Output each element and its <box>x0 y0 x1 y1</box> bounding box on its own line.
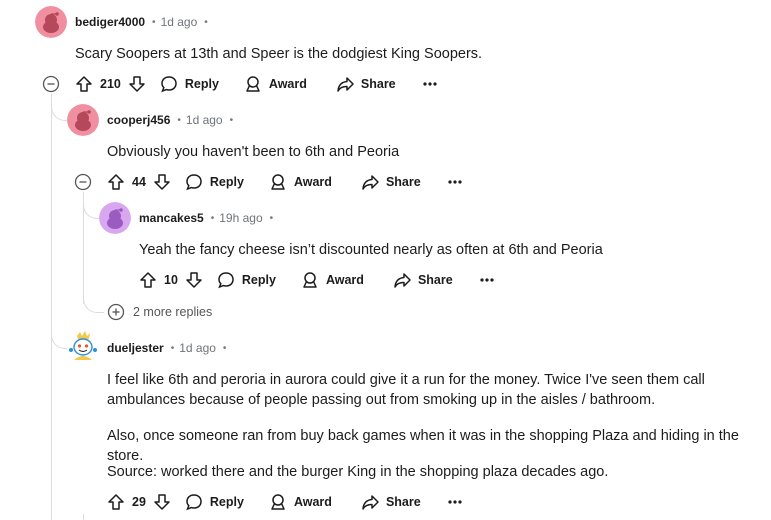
collapse-icon[interactable] <box>74 173 92 191</box>
separator-dot: • <box>210 212 215 224</box>
separator-dot: • <box>170 342 175 354</box>
award-icon <box>303 272 317 288</box>
award-button[interactable]: Award <box>243 74 307 94</box>
more-options-icon[interactable] <box>477 270 497 290</box>
downvote-icon[interactable] <box>152 172 172 192</box>
award-button[interactable]: Award <box>268 172 332 192</box>
share-label: Share <box>417 273 453 287</box>
more-replies-label: 2 more replies <box>133 305 213 319</box>
comment-meta: cooperj456 • 1d ago • <box>107 110 238 130</box>
avatar[interactable] <box>99 202 131 234</box>
more-options-icon[interactable] <box>445 172 465 192</box>
vote-count: 29 <box>132 495 146 509</box>
downvote-icon[interactable] <box>152 492 172 512</box>
comment-paragraph: I feel like 6th and peroria in aurora co… <box>107 372 705 408</box>
author-name[interactable]: mancakes5 <box>139 211 204 225</box>
downvote-icon[interactable] <box>127 74 147 94</box>
reply-label: Reply <box>184 77 219 91</box>
collapse-icon[interactable] <box>42 75 60 93</box>
comment-text: Scary Soopers at 13th and Speer is the d… <box>75 46 483 62</box>
upvote-icon[interactable] <box>74 74 94 94</box>
author-name[interactable]: dueljester <box>107 341 164 355</box>
timestamp[interactable]: 19h ago <box>219 211 262 225</box>
share-label: Share <box>385 495 421 509</box>
more-options-icon[interactable] <box>420 74 440 94</box>
separator-dot: • <box>229 114 234 126</box>
share-button[interactable]: Share <box>360 172 421 192</box>
thread-connector <box>83 196 99 219</box>
award-button[interactable]: Award <box>300 270 364 290</box>
reply-label: Reply <box>241 273 276 287</box>
upvote-icon[interactable] <box>106 492 126 512</box>
upvote-icon[interactable] <box>138 270 158 290</box>
award-icon <box>271 174 285 190</box>
comment-icon <box>186 494 202 511</box>
share-icon <box>337 77 354 92</box>
reply-button[interactable]: Reply <box>184 172 244 192</box>
timestamp[interactable]: 1d ago <box>161 15 198 29</box>
award-label: Award <box>293 495 332 509</box>
award-label: Award <box>293 175 332 189</box>
separator-dot: • <box>177 114 181 126</box>
thread-line-root <box>51 94 52 520</box>
vote-count: 210 <box>100 77 121 91</box>
comment-text: Yeah the fancy cheese isn’t discounted n… <box>139 242 603 258</box>
share-icon <box>394 273 411 288</box>
comment-paragraph: Also, once someone ran from buy back gam… <box>107 428 739 464</box>
thread-connector <box>51 96 67 121</box>
timestamp[interactable]: 1d ago <box>186 113 223 127</box>
award-button[interactable]: Award <box>268 492 332 512</box>
comment-meta: dueljester • 1d ago • <box>107 338 231 358</box>
share-button[interactable]: Share <box>360 492 421 512</box>
comment-actions: 44 Reply Award Share <box>106 170 465 194</box>
comment-text: Obviously you haven't been to 6th and Pe… <box>107 144 400 160</box>
downvote-icon[interactable] <box>184 270 204 290</box>
comment-icon <box>186 174 202 191</box>
expand-icon <box>107 303 125 321</box>
share-icon <box>362 175 379 190</box>
share-label: Share <box>360 77 396 91</box>
avatar[interactable] <box>67 104 99 136</box>
award-icon <box>271 494 285 510</box>
author-name[interactable]: bediger4000 <box>75 15 145 29</box>
share-button[interactable]: Share <box>335 74 396 94</box>
thread-connector <box>83 276 104 313</box>
comment-actions: 10 Reply Award Share <box>138 268 497 292</box>
reply-label: Reply <box>209 495 244 509</box>
comment-paragraph: Source: worked there and the burger King… <box>107 464 609 480</box>
comment-actions: 210 Reply Award Share <box>74 72 440 96</box>
more-replies-button[interactable]: 2 more replies <box>107 303 212 321</box>
comment-icon <box>161 76 177 93</box>
reply-button[interactable]: Reply <box>159 74 219 94</box>
award-label: Award <box>325 273 364 287</box>
reply-button[interactable]: Reply <box>184 492 244 512</box>
upvote-icon[interactable] <box>106 172 126 192</box>
avatar[interactable] <box>35 6 67 38</box>
thread-line-reply <box>83 514 84 520</box>
award-icon <box>246 76 260 92</box>
share-icon <box>362 495 379 510</box>
share-button[interactable]: Share <box>392 270 453 290</box>
more-options-icon[interactable] <box>445 492 465 512</box>
comment-icon <box>218 272 234 289</box>
avatar[interactable] <box>67 330 99 362</box>
award-label: Award <box>268 77 307 91</box>
author-name[interactable]: cooperj456 <box>107 113 170 127</box>
separator-dot: • <box>222 342 227 354</box>
vote-count: 10 <box>164 273 178 287</box>
comment-meta: bediger4000 • 1d ago • <box>75 12 213 32</box>
reply-button[interactable]: Reply <box>216 270 276 290</box>
separator-dot: • <box>204 16 208 28</box>
share-label: Share <box>385 175 421 189</box>
comment-actions: 29 Reply Award Share <box>106 490 465 514</box>
comment-meta: mancakes5 • 19h ago • <box>139 208 278 228</box>
reply-label: Reply <box>209 175 244 189</box>
separator-dot: • <box>269 212 274 224</box>
timestamp[interactable]: 1d ago <box>179 341 216 355</box>
separator-dot: • <box>152 16 156 28</box>
thread-connector <box>51 312 67 349</box>
vote-count: 44 <box>132 175 146 189</box>
